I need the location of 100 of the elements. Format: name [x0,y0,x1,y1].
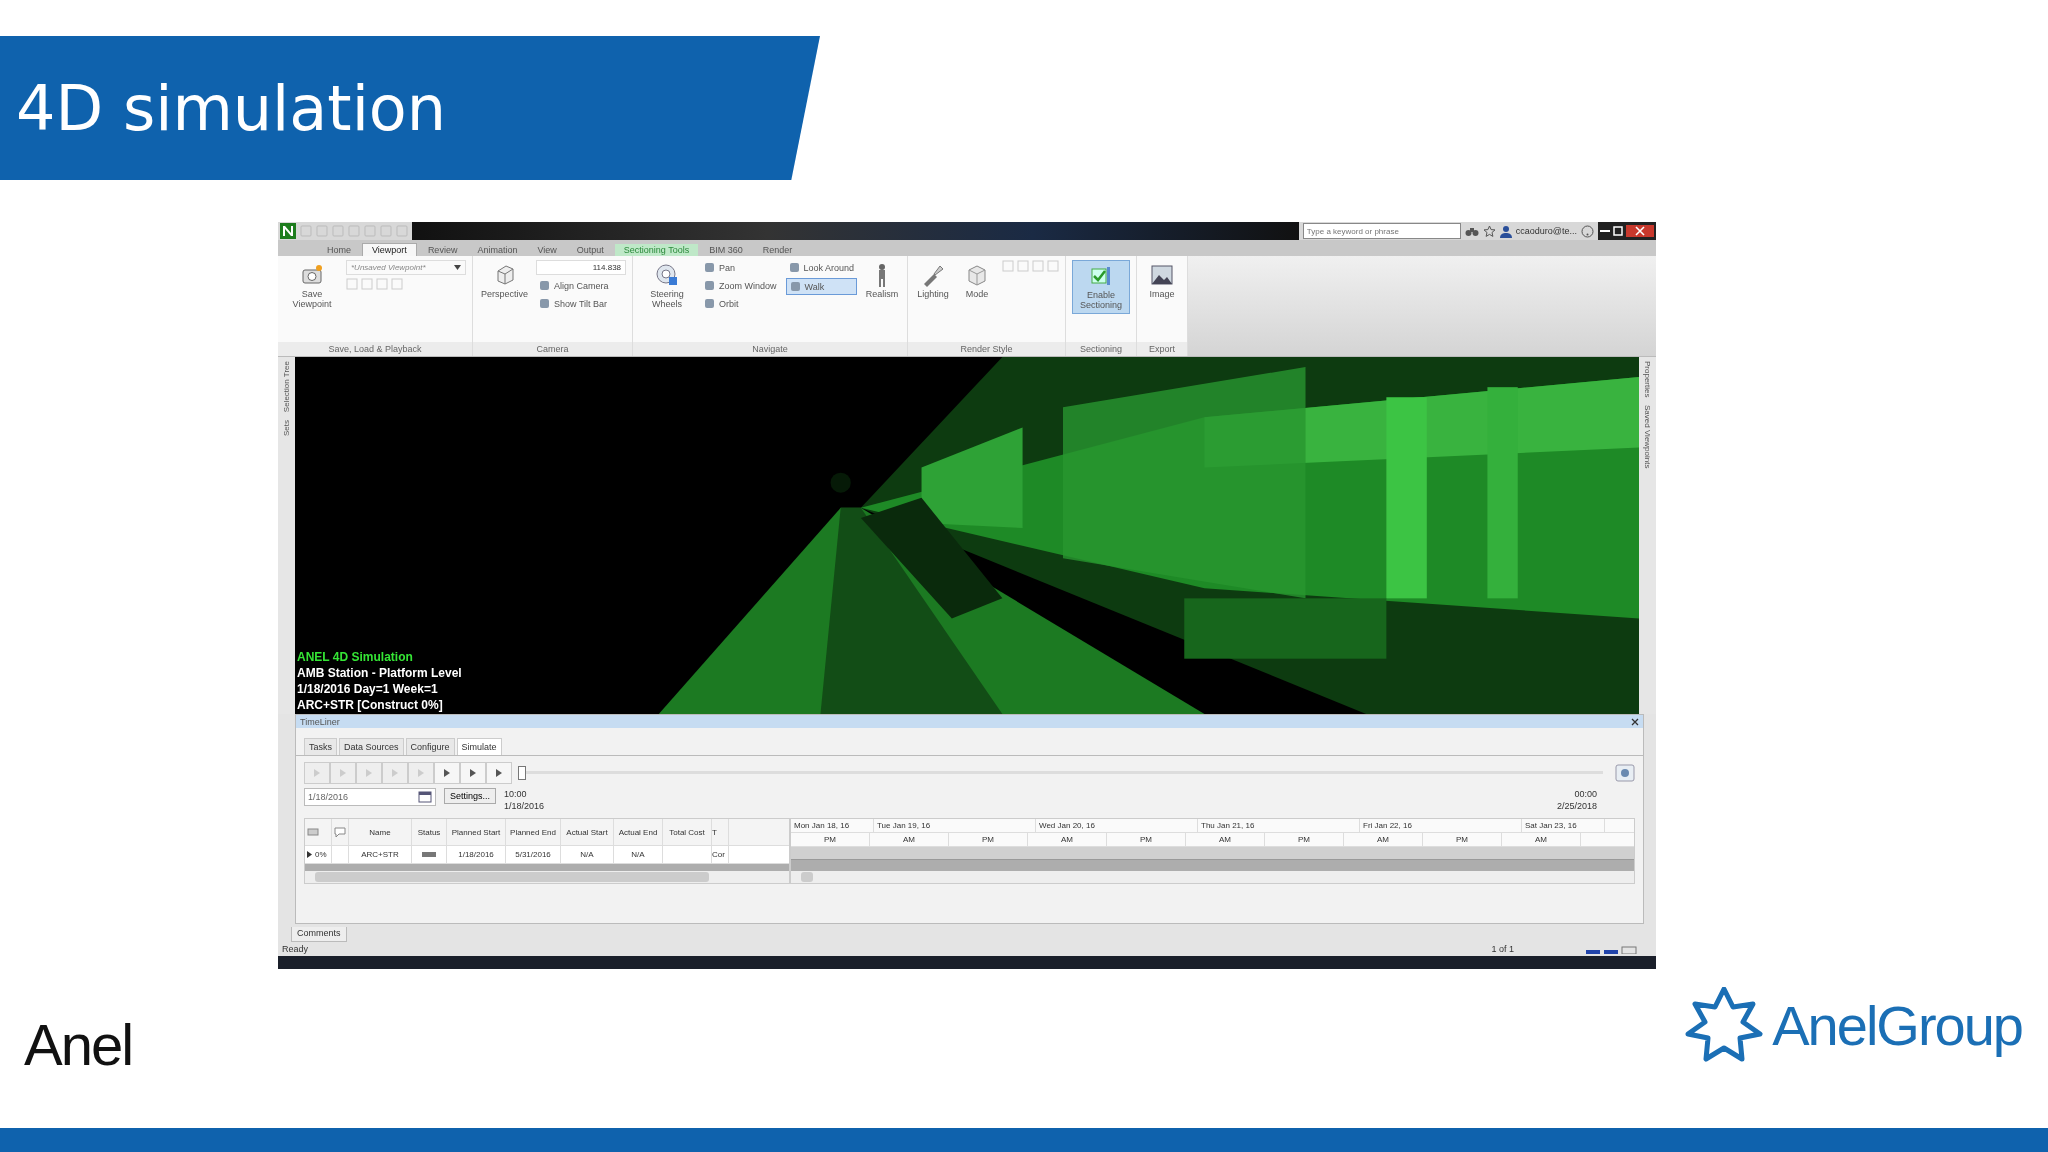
ribbon-button[interactable]: Align Camera [536,278,627,293]
period-label: PM [791,833,870,846]
overlay-text: 1/18/2016 Day=1 Week=1 [297,682,439,696]
playback-button[interactable] [434,762,460,784]
panel-label: Camera [473,342,633,356]
play-icon [313,769,321,777]
tool-icon [704,280,716,291]
ribbon-tab[interactable]: Render [753,244,802,256]
column-header[interactable]: Actual Start [561,819,614,845]
slide-title: 4D simulation [15,71,447,145]
disabled-tool-icon [1002,260,1015,272]
ribbon-button[interactable]: Enable Sectioning [1072,260,1131,314]
ribbon-button[interactable]: Orbit [701,296,780,311]
column-header[interactable]: Status [412,819,447,845]
ribbon-tab[interactable]: View [528,244,566,256]
disabled-tool-icon [1047,260,1060,272]
tab[interactable]: Configure [405,738,455,755]
user-name[interactable]: ccaoduro@te... [1515,226,1577,236]
number-field[interactable]: 114.838 [536,260,627,275]
period-label: PM [949,833,1028,846]
ribbon-tab[interactable]: Output [567,244,613,256]
maximize-icon [1610,225,1626,237]
ribbon-button[interactable]: Look Around [785,260,858,275]
close-icon [1631,717,1639,726]
table-cell: Cor [712,850,725,859]
start-time: 10:00 [504,788,528,800]
tool-icon [789,281,801,292]
disabled-tool-icon [376,278,388,290]
side-tab[interactable]: Saved Viewpoints [1643,405,1652,469]
playback-button[interactable] [486,762,512,784]
end-date: 2/25/2018 [1556,800,1597,812]
star-logo-icon [1684,987,1765,1063]
comments-tab[interactable]: Comments [291,927,347,942]
column-header[interactable]: Name [349,819,412,845]
slider-thumb[interactable] [518,766,526,780]
period-label: PM [1423,833,1502,846]
calendar-icon [418,791,432,803]
period-label: AM [1028,833,1107,846]
period-label: PM [1107,833,1186,846]
tab[interactable]: Tasks [304,738,337,755]
scrollbar[interactable] [305,871,789,883]
table-cell: ARC+STR [361,850,399,859]
settings-button[interactable]: Settings... [444,788,497,804]
disabled-tool-icon [1017,260,1030,272]
overlay-text: ANEL 4D Simulation [297,650,414,664]
tab[interactable]: Simulate [456,738,502,755]
side-tab[interactable]: Sets [282,420,291,437]
ribbon-tab[interactable]: Review [418,244,467,256]
playback-button[interactable] [460,762,486,784]
start-date: 1/18/2016 [504,800,545,812]
column-header[interactable]: Planned End [506,819,561,845]
user-icon [1499,224,1512,238]
day-label: Thu Jan 21, 16 [1201,821,1255,830]
row-pointer-icon [307,851,312,858]
table-cell: 5/31/2016 [515,850,551,859]
play-icon [495,769,503,777]
comment-column-icon [334,827,346,837]
play-icon [417,769,425,777]
ribbon-button[interactable]: Show Tilt Bar [536,296,627,311]
day-label: Tue Jan 19, 16 [877,821,931,830]
column-header[interactable]: T [712,819,729,845]
viewpoint-dropdown[interactable]: *Unsaved Viewpoint* [346,260,466,275]
ribbon-button[interactable]: Lighting [914,260,953,302]
ribbon-button[interactable]: Mode [958,260,997,302]
side-tab[interactable]: Properties [1643,361,1652,398]
panel-label: Sectioning [1066,342,1137,356]
column-header[interactable]: Actual End [614,819,663,845]
column-header[interactable]: Planned Start [447,819,506,845]
disabled-tool-icon [391,278,403,290]
period-label: AM [870,833,949,846]
side-tab[interactable]: Selection Tree [282,361,291,413]
binoculars-icon [1464,225,1479,237]
table-cell: N/A [580,850,594,859]
play-icon [391,769,399,777]
ribbon-button[interactable]: Image [1143,260,1182,302]
scrollbar[interactable] [791,871,1634,883]
column-header[interactable]: Total Cost [663,819,712,845]
overlay-text: AMB Station - Platform Level [297,666,462,680]
tab[interactable]: Data Sources [339,738,404,755]
ribbon-button[interactable]: Walk [785,278,858,295]
day-label: Sat Jan 23, 16 [1525,821,1577,830]
ribbon-tab[interactable]: BIM 360 [700,244,752,256]
ribbon-button[interactable]: Zoom Window [701,278,780,293]
ribbon-button[interactable]: Pan [701,260,780,275]
camera-icon [300,263,324,287]
ribbon-button[interactable]: Save Viewpoint [284,260,340,312]
search-field[interactable]: Type a keyword or phrase [1302,223,1461,239]
disabled-tool-icon [1032,260,1045,272]
date-field[interactable]: 1/18/2016 [304,788,436,806]
ribbon-button[interactable]: Perspective [479,260,531,302]
ribbon-tab[interactable]: Home [318,244,360,256]
table-cell: 1/18/2016 [458,850,494,859]
ribbon-tab[interactable]: Animation [468,244,527,256]
app-logo-icon [280,223,296,239]
disabled-tool-icon [346,278,358,290]
panel-label: Render Style [908,342,1066,356]
ribbon-button[interactable]: Steering Wheels [639,260,696,312]
ribbon-button[interactable]: Realism [863,260,902,302]
status-text: Ready [282,944,309,954]
ribbon-tab[interactable]: Viewport [362,243,417,256]
